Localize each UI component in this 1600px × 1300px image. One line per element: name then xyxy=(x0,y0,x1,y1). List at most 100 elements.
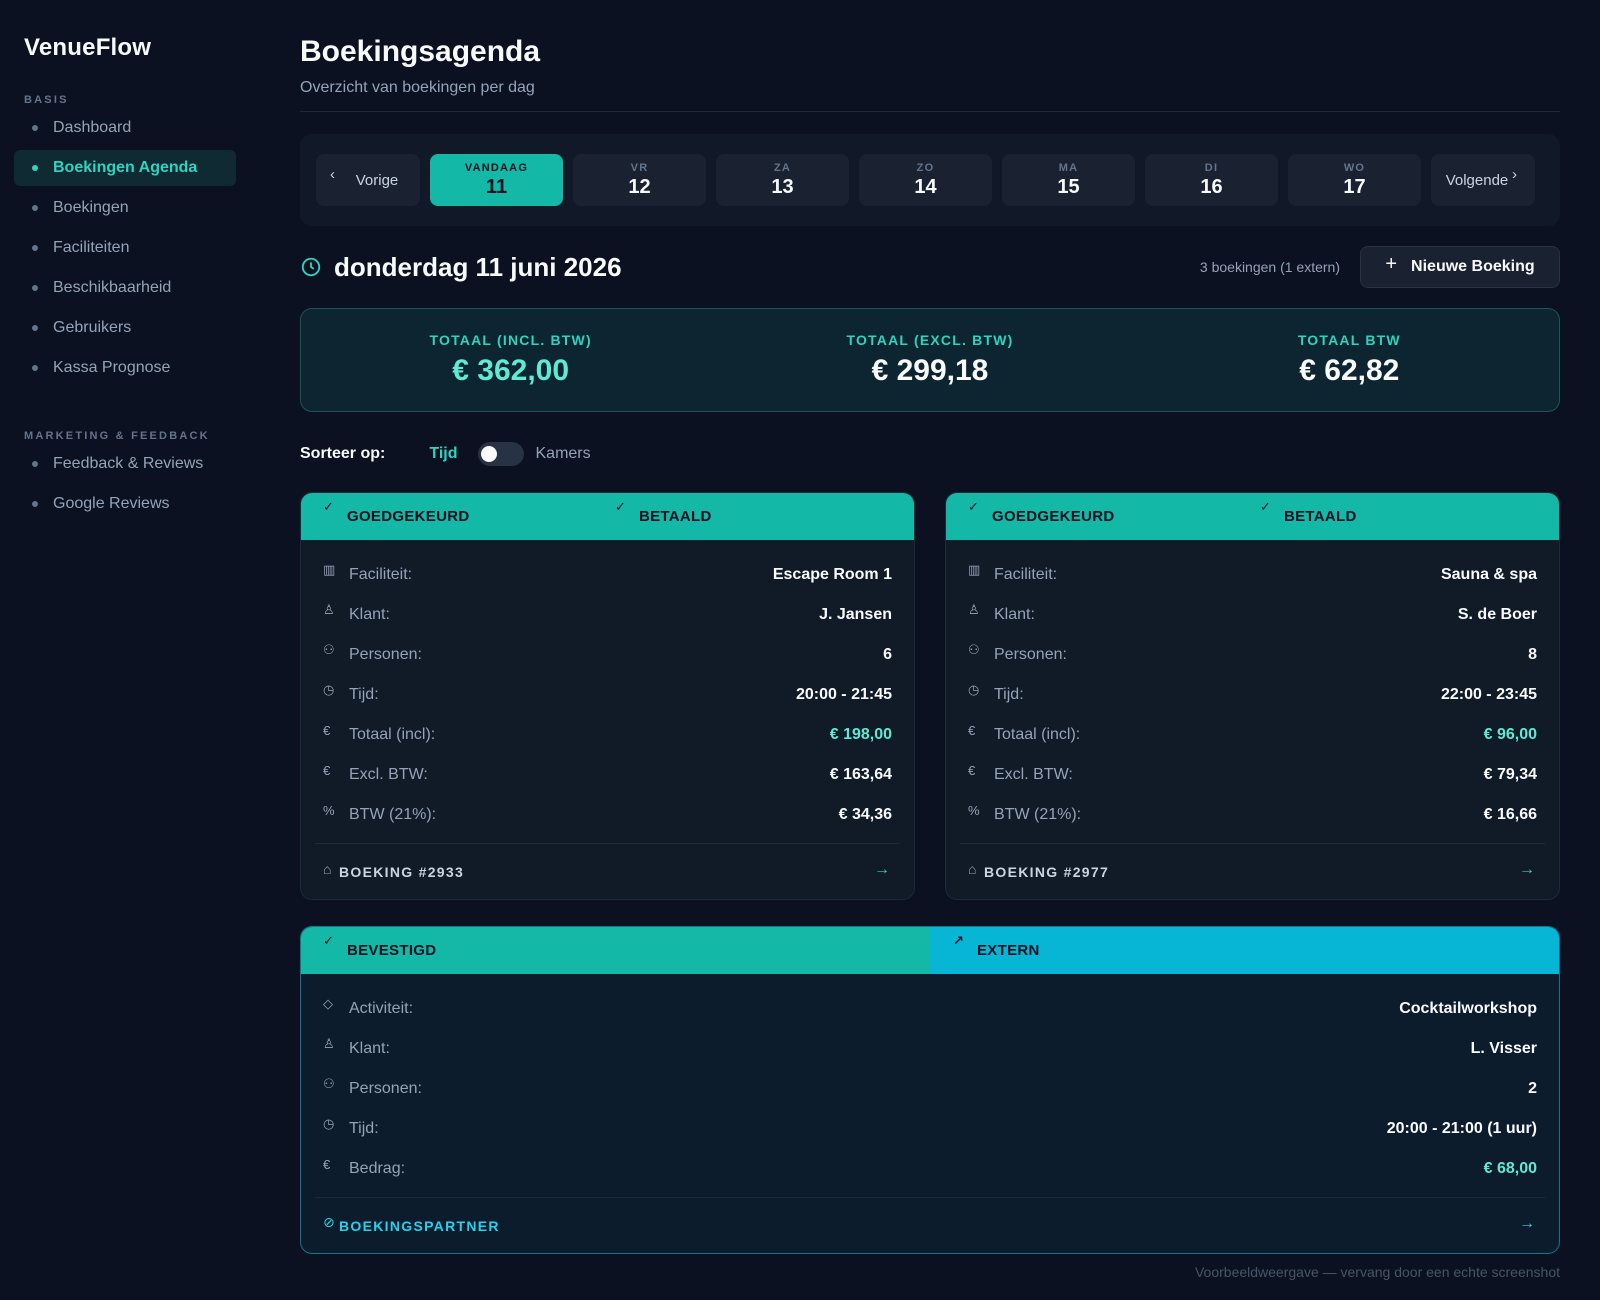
card-footer: ⌂ BOEKING #2977 → xyxy=(960,843,1545,899)
day-tab-vr[interactable]: VR 12 xyxy=(573,154,706,206)
sidebar-item-faciliteiten[interactable]: Faciliteiten xyxy=(14,230,236,266)
sidebar-item-dashboard[interactable]: Dashboard xyxy=(14,110,236,146)
day-number: 14 xyxy=(914,175,937,198)
new-booking-button[interactable]: + Nieuwe Boeking xyxy=(1360,246,1560,288)
booking-card[interactable]: ✓ GOEDGEKEURD ✓ BETAALD ▥ Faciliteit: Sauna … xyxy=(945,492,1560,900)
home-icon: ⌂ xyxy=(968,860,977,877)
tag-icon: ◇ xyxy=(323,996,333,1011)
prev-label: Vorige xyxy=(355,171,399,189)
selected-date: donderdag 11 juni 2026 xyxy=(334,251,622,282)
payment-badge: ✓ BETAALD xyxy=(615,499,712,525)
detail-row: % BTW (21%): € 16,66 xyxy=(968,802,1537,824)
sidebar-item-beschikbaarheid[interactable]: Beschikbaarheid xyxy=(14,270,236,306)
day-tab-ma[interactable]: MA 15 xyxy=(1002,154,1135,206)
check-icon: ✓ xyxy=(1260,499,1272,514)
total-value: € 362,00 xyxy=(452,354,570,387)
sidebar-item-gebruikers[interactable]: Gebruikers xyxy=(14,310,236,346)
sidebar-item-label: Beschikbaarheid xyxy=(53,279,172,296)
clock-icon: ◷ xyxy=(323,682,335,697)
divider xyxy=(300,111,1560,112)
bullet-icon xyxy=(32,365,38,371)
day-number: 13 xyxy=(771,175,794,198)
booking-cards-row: ✓ GOEDGEKEURD ✓ BETAALD ▥ Faciliteit: Escape… xyxy=(300,492,1560,900)
users-icon: ⚇ xyxy=(968,642,980,657)
sidebar-item-label: Faciliteiten xyxy=(53,239,130,256)
day-number: 17 xyxy=(1343,175,1366,198)
clock-icon: ◷ xyxy=(323,1116,335,1131)
chevron-right-icon: › xyxy=(1512,166,1517,183)
arrow-right-icon[interactable]: → xyxy=(1519,861,1545,879)
sort-toggle[interactable] xyxy=(477,442,524,466)
page-subtitle: Overzicht van boekingen per dag xyxy=(300,79,535,96)
booking-card[interactable]: ✓ GOEDGEKEURD ✓ BETAALD ▥ Faciliteit: Escape… xyxy=(300,492,915,900)
detail-row: ◷ Tijd: 20:00 - 21:45 xyxy=(323,682,892,703)
sort-label: Sorteer op: xyxy=(300,445,386,462)
detail-row: ♙ Klant: S. de Boer xyxy=(968,602,1537,623)
detail-row: % BTW (21%): € 34,36 xyxy=(323,802,892,824)
next-day-button[interactable]: Volgende › xyxy=(1431,154,1535,206)
status-badge: ✓ GOEDGEKEURD xyxy=(968,499,1115,525)
total-excl: TOTAAL (EXCL. BTW) € 299,18 xyxy=(720,332,1139,388)
bullet-icon xyxy=(32,125,38,131)
detail-row: ⚇ Personen: 2 xyxy=(323,1076,1537,1097)
detail-row: ◇ Activiteit: Cocktailworkshop xyxy=(323,996,1537,1017)
sidebar-item-boekingen[interactable]: Boekingen xyxy=(14,190,236,226)
day-tab-wo[interactable]: WO 17 xyxy=(1288,154,1421,206)
bullet-icon xyxy=(32,285,38,291)
sidebar-item-kassa-prognose[interactable]: Kassa Prognose xyxy=(14,350,236,386)
booking-partner-label: BOEKINGSPARTNER xyxy=(339,1217,500,1234)
day-navigator: ‹ Vorige VANDAAG 11 VR 12 ZA 13 ZO 14 MA 15 D… xyxy=(300,134,1560,226)
sidebar-item-label: Gebruikers xyxy=(53,319,132,336)
day-name: MA xyxy=(1058,161,1079,174)
status-badge: ✓ GOEDGEKEURD xyxy=(323,499,470,525)
chevron-left-icon: ‹ xyxy=(330,166,335,183)
app-logo: VenueFlow xyxy=(24,34,152,61)
bullet-icon xyxy=(32,245,38,251)
date-header: donderdag 11 juni 2026 3 boekingen (1 ex… xyxy=(300,246,1560,288)
detail-row: € Bedrag: € 68,00 xyxy=(323,1156,1537,1178)
sidebar-item-label: Google Reviews xyxy=(53,495,170,512)
detail-row: € Excl. BTW: € 79,34 xyxy=(968,762,1537,784)
day-name: VANDAAG xyxy=(464,161,529,174)
sidebar-item-boekingen-agenda[interactable]: Boekingen Agenda xyxy=(14,150,236,186)
detail-row: € Excl. BTW: € 163,64 xyxy=(323,762,892,784)
bullet-icon xyxy=(32,165,38,171)
users-icon: ⚇ xyxy=(323,1076,335,1091)
card-footer: ⌂ BOEKING #2933 → xyxy=(315,843,900,899)
main-content: Boekingsagenda Overzicht van boekingen p… xyxy=(300,0,1560,1254)
sort-option-kamers[interactable]: Kamers xyxy=(536,445,591,463)
sidebar-item-feedback-reviews[interactable]: Feedback & Reviews xyxy=(14,446,236,482)
prev-day-button[interactable]: ‹ Vorige xyxy=(316,154,420,206)
external-booking-card[interactable]: ✓ BEVESTIGD ↗ EXTERN ◇ Activiteit: Cocktailw… xyxy=(300,926,1560,1254)
bullet-icon xyxy=(32,325,38,331)
total-label: TOTAAL BTW xyxy=(1297,332,1401,348)
day-tab-zo[interactable]: ZO 14 xyxy=(859,154,992,206)
arrow-right-icon[interactable]: → xyxy=(874,861,900,879)
detail-row: € Totaal (incl): € 96,00 xyxy=(968,722,1537,744)
payment-badge: ✓ BETAALD xyxy=(1260,499,1357,525)
next-label: Volgende xyxy=(1445,171,1509,189)
bullet-icon xyxy=(32,461,38,467)
check-icon: ✓ xyxy=(615,499,627,514)
arrow-right-icon[interactable]: → xyxy=(1519,1215,1545,1233)
detail-row: ▥ Faciliteit: Sauna & spa xyxy=(968,562,1537,583)
total-value: € 299,18 xyxy=(871,354,989,387)
sidebar-item-label: Boekingen xyxy=(53,199,129,216)
total-label: TOTAAL (INCL. BTW) xyxy=(429,332,592,348)
day-tab-za[interactable]: ZA 13 xyxy=(716,154,849,206)
sidebar-item-google-reviews[interactable]: Google Reviews xyxy=(14,486,236,522)
euro-icon: € xyxy=(323,722,331,738)
bullet-icon xyxy=(32,205,38,211)
detail-row: ◷ Tijd: 22:00 - 23:45 xyxy=(968,682,1537,703)
detail-row: ⚇ Personen: 8 xyxy=(968,642,1537,663)
clock-icon xyxy=(301,257,321,277)
day-tab-di[interactable]: DI 16 xyxy=(1145,154,1278,206)
user-icon: ♙ xyxy=(323,1036,335,1051)
compass-icon: ⊘ xyxy=(323,1214,335,1230)
percent-icon: % xyxy=(968,802,980,818)
day-name: DI xyxy=(1204,161,1219,174)
day-tab-today[interactable]: VANDAAG 11 xyxy=(430,154,563,206)
sidebar: VenueFlow BASIS Dashboard Boekingen Agen… xyxy=(0,0,250,1300)
sort-option-tijd[interactable]: Tijd xyxy=(429,445,457,463)
clock-icon: ◷ xyxy=(968,682,980,697)
